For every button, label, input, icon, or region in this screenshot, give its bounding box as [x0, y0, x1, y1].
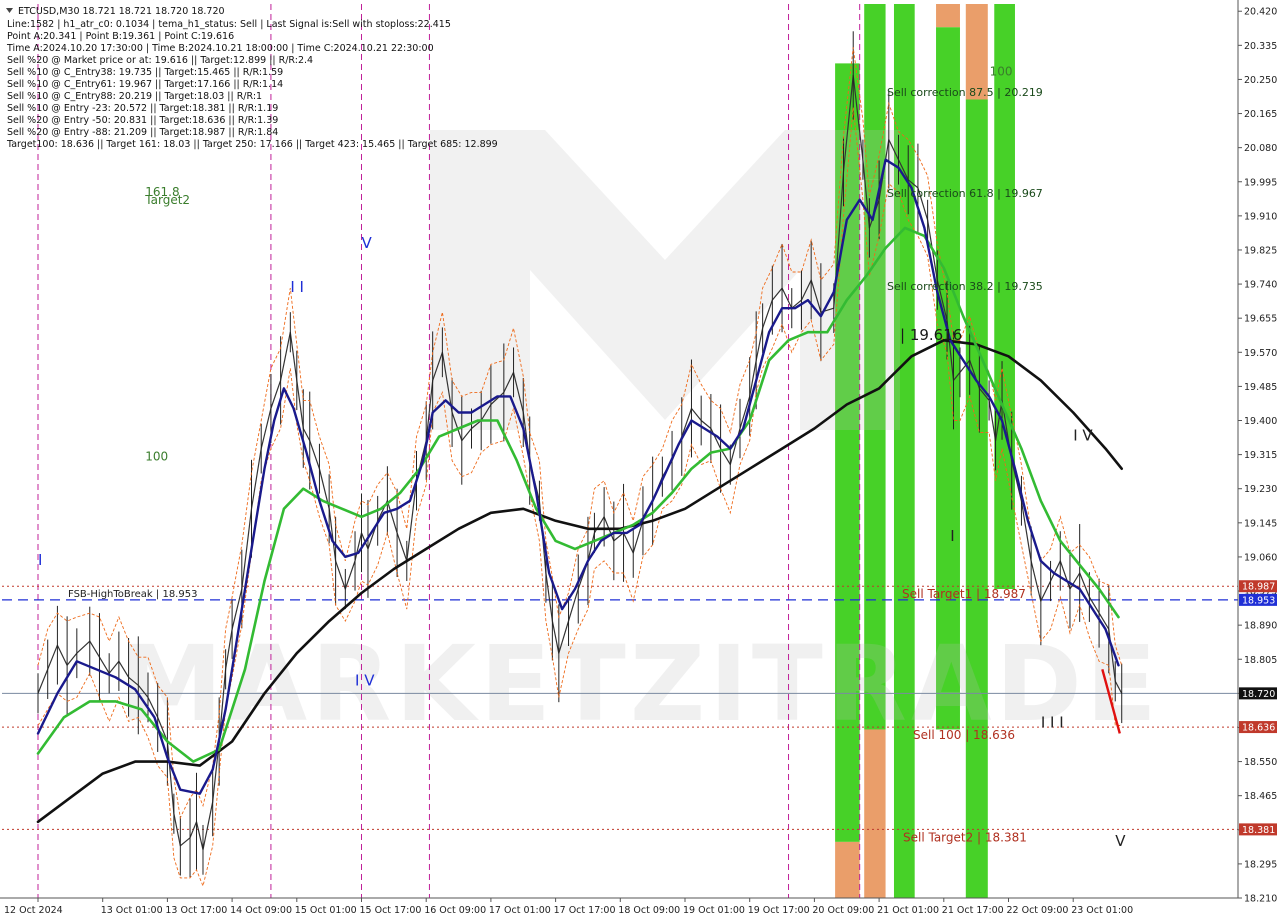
- time-tick-label: 19 Oct 01:00: [683, 905, 745, 916]
- time-tick-label: 17 Oct 17:00: [554, 905, 616, 916]
- sell-correction-label: Sell correction 87.5 | 20.219: [887, 86, 1043, 99]
- time-tick-label: 23 Oct 01:00: [1071, 905, 1133, 916]
- sell-target-2-label: Sell Target2 | 18.381: [903, 830, 1027, 844]
- sell-correction-label: Sell correction 61.8 | 19.967: [887, 187, 1043, 200]
- time-tick-label: 13 Oct 17:00: [165, 905, 227, 916]
- target-annotation: 100: [990, 64, 1013, 78]
- wave-label: I: [950, 527, 954, 545]
- fsb-high-to-break-label: FSB-HighToBreak | 18.953: [68, 589, 197, 600]
- price-tick-label: 20.080: [1244, 143, 1277, 154]
- current-price-tag-text: 18.720: [1242, 689, 1275, 700]
- wave-label: I I I: [1041, 713, 1064, 731]
- wave-label: I: [38, 551, 42, 569]
- time-tick-label: 18 Oct 09:00: [618, 905, 680, 916]
- price-tick-label: 18.550: [1244, 757, 1277, 768]
- chart-background: [0, 0, 1280, 920]
- time-tick-label: 21 Oct 01:00: [877, 905, 939, 916]
- info-line: Line:1582 | h1_atr_c0: 0.1034 | tema_h1_…: [7, 19, 451, 30]
- wave-label: V: [1115, 832, 1126, 850]
- watermark-text: MARKETZITRADE: [119, 623, 1161, 745]
- sell-target-2-tag-text: 18.381: [1242, 825, 1275, 836]
- price-tick-label: 19.315: [1244, 450, 1277, 461]
- price-tick-label: 18.295: [1244, 859, 1277, 870]
- time-tick-label: 20 Oct 09:00: [812, 905, 874, 916]
- target-annotation: Target2: [144, 193, 190, 207]
- price-tick-label: 19.825: [1244, 245, 1277, 256]
- price-tick-label: 20.250: [1244, 75, 1277, 86]
- sell-100-label: Sell 100 | 18.636: [913, 728, 1015, 742]
- time-tick-label: 15 Oct 01:00: [295, 905, 357, 916]
- price-tick-label: 18.210: [1244, 894, 1277, 905]
- sell-correction-label: Sell correction 38.2 | 19.735: [887, 280, 1043, 293]
- price-tick-label: 19.145: [1244, 518, 1277, 529]
- info-line: Sell %10 @ C_Entry61: 19.967 || Target:1…: [7, 79, 283, 90]
- time-tick-label: 12 Oct 2024: [4, 905, 63, 916]
- wave-label: V: [362, 234, 373, 252]
- price-tick-label: 19.060: [1244, 552, 1277, 563]
- info-line: Sell %20 @ Entry -50: 20.831 || Target:1…: [7, 115, 278, 126]
- price-chart[interactable]: MARKETZITRADE FSB-HighToBreak | 18.953 Se…: [0, 0, 1280, 920]
- time-tick-label: 22 Oct 09:00: [1007, 905, 1069, 916]
- price-tick-label: 19.910: [1244, 211, 1277, 222]
- time-tick-label: 13 Oct 01:00: [101, 905, 163, 916]
- info-line: Sell %20 @ Entry -88: 21.209 || Target:1…: [7, 127, 278, 138]
- wave-label: I V: [355, 671, 375, 689]
- price-tick-label: 19.230: [1244, 484, 1277, 495]
- info-line: Sell %10 @ C_Entry38: 19.735 || Target:1…: [7, 67, 283, 78]
- info-line: Point A:20.341 | Point B:19.361 | Point …: [7, 31, 234, 42]
- price-tick-label: 18.465: [1244, 791, 1277, 802]
- signal-band: [864, 729, 886, 898]
- info-line: Sell %20 @ Market price or at: 19.616 ||…: [7, 55, 313, 66]
- entry-price-label: | 19.616: [900, 326, 962, 344]
- sell-target-1-tag-text: 18.987: [1242, 582, 1275, 593]
- info-line: Time A:2024.10.20 17:30:00 | Time B:2024…: [6, 43, 434, 54]
- price-tick-label: 20.165: [1244, 109, 1277, 120]
- wave-label: I V: [1073, 427, 1093, 445]
- price-tick-label: 19.400: [1244, 416, 1277, 427]
- price-tick-label: 18.890: [1244, 621, 1277, 632]
- wave-label: I I: [290, 278, 304, 296]
- time-tick-label: 21 Oct 17:00: [942, 905, 1004, 916]
- price-tick-label: 19.570: [1244, 348, 1277, 359]
- price-tick-label: 20.420: [1244, 7, 1277, 18]
- price-tick-label: 19.995: [1244, 177, 1277, 188]
- price-tick-label: 19.740: [1244, 280, 1277, 291]
- price-tick-label: 19.485: [1244, 382, 1277, 393]
- sell-100-tag-text: 18.636: [1242, 723, 1275, 734]
- price-tick-label: 19.655: [1244, 314, 1277, 325]
- chart-root: MARKETZITRADE FSB-HighToBreak | 18.953 Se…: [0, 0, 1280, 920]
- price-tick-label: 20.335: [1244, 41, 1277, 52]
- time-tick-label: 16 Oct 09:00: [424, 905, 486, 916]
- signal-band: [965, 99, 988, 899]
- signal-band: [936, 4, 960, 28]
- signal-band: [835, 841, 860, 898]
- symbol-header: ETCUSD,M30 18.721 18.721 18.720 18.720: [18, 6, 225, 17]
- price-tick-label: 18.805: [1244, 655, 1277, 666]
- info-line: Sell %10 @ C_Entry88: 20.219 || Target:1…: [7, 91, 262, 102]
- info-line: Sell %10 @ Entry -23: 20.572 || Target:1…: [7, 103, 278, 114]
- time-tick-label: 14 Oct 09:00: [230, 905, 292, 916]
- info-line: Target100: 18.636 || Target 161: 18.03 |…: [6, 139, 498, 150]
- time-tick-label: 17 Oct 01:00: [489, 905, 551, 916]
- sell-target-1-label: Sell Target1 | 18.987: [902, 587, 1026, 601]
- target-annotation: 100: [145, 450, 168, 464]
- time-tick-label: 19 Oct 17:00: [748, 905, 810, 916]
- fsb-high-to-break-tag-text: 18.953: [1242, 595, 1275, 606]
- time-tick-label: 15 Oct 17:00: [360, 905, 422, 916]
